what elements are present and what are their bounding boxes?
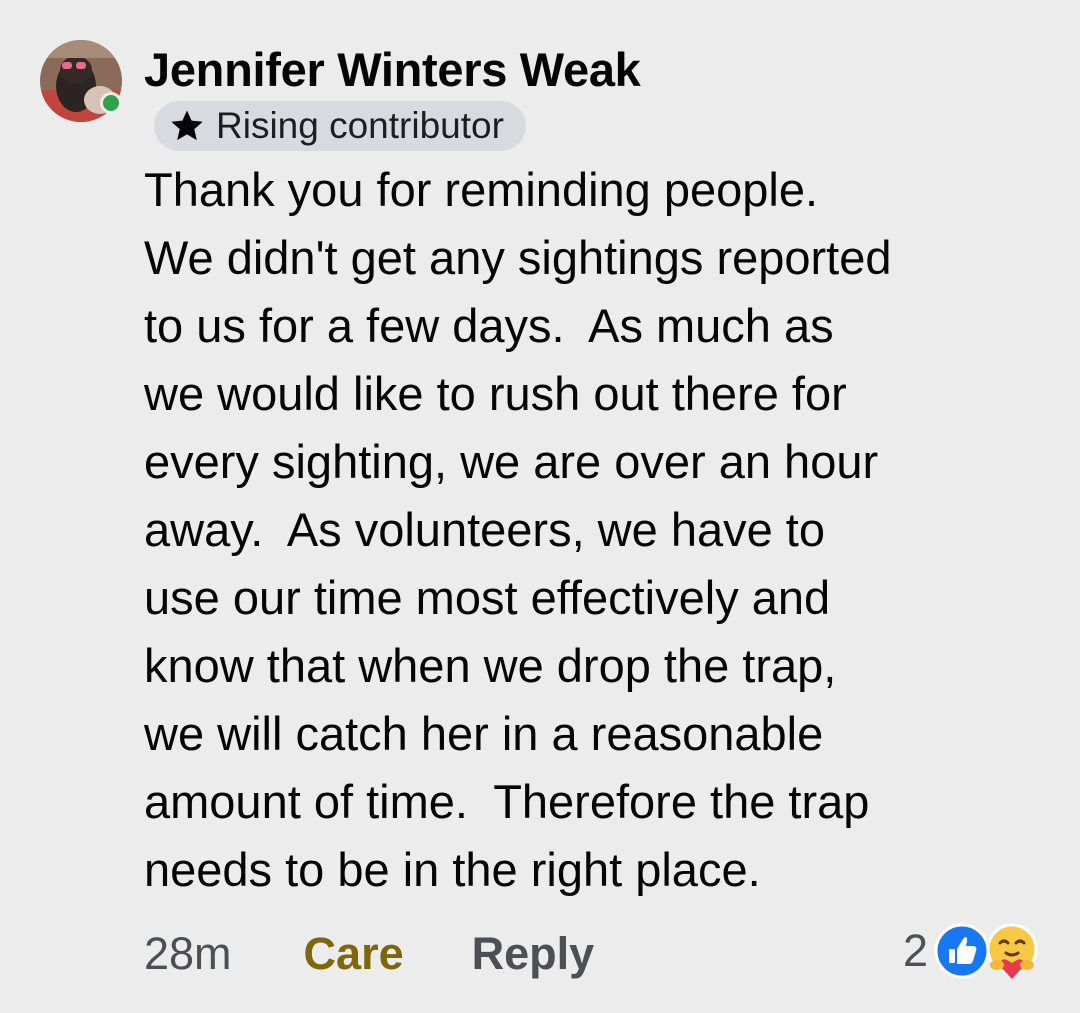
care-icon xyxy=(986,923,1038,979)
comment-line: Thank you for reminding people. xyxy=(144,163,819,216)
star-icon xyxy=(171,110,203,141)
comment-line: use our time most effectively and xyxy=(144,571,831,624)
comment-line: to us for a few days. As much as xyxy=(144,299,834,352)
comment: Jennifer Winters Weak Rising contributor… xyxy=(0,0,1080,1013)
comment-line: we would like to rush out there for xyxy=(144,367,847,420)
comment-line: We didn't get any sightings reported xyxy=(144,231,892,284)
comment-line: every sighting, we are over an hour xyxy=(144,435,879,488)
comment-line: know that when we drop the trap, xyxy=(144,639,837,692)
contributor-badge[interactable]: Rising contributor xyxy=(154,101,526,151)
online-status-dot xyxy=(100,92,122,114)
reaction-count: 2 xyxy=(902,925,928,976)
comment-line: amount of time. Therefore the trap xyxy=(144,775,870,828)
reaction-summary[interactable]: 2 xyxy=(903,918,1042,984)
comment-text: Thank you for reminding people. We didn'… xyxy=(144,156,1044,904)
timestamp[interactable]: 28m xyxy=(144,928,232,980)
reply-button[interactable]: Reply xyxy=(472,928,595,980)
comment-line: needs to be in the right place. xyxy=(144,843,761,896)
comment-line: we will catch her in a reasonable xyxy=(144,707,824,760)
care-reaction-button[interactable]: Care xyxy=(304,928,404,980)
author-name[interactable]: Jennifer Winters Weak xyxy=(144,40,641,100)
comment-actions: 28m Care Reply xyxy=(144,922,594,986)
comment-line: away. As volunteers, we have to xyxy=(144,503,825,556)
badge-label: Rising contributor xyxy=(216,105,504,146)
